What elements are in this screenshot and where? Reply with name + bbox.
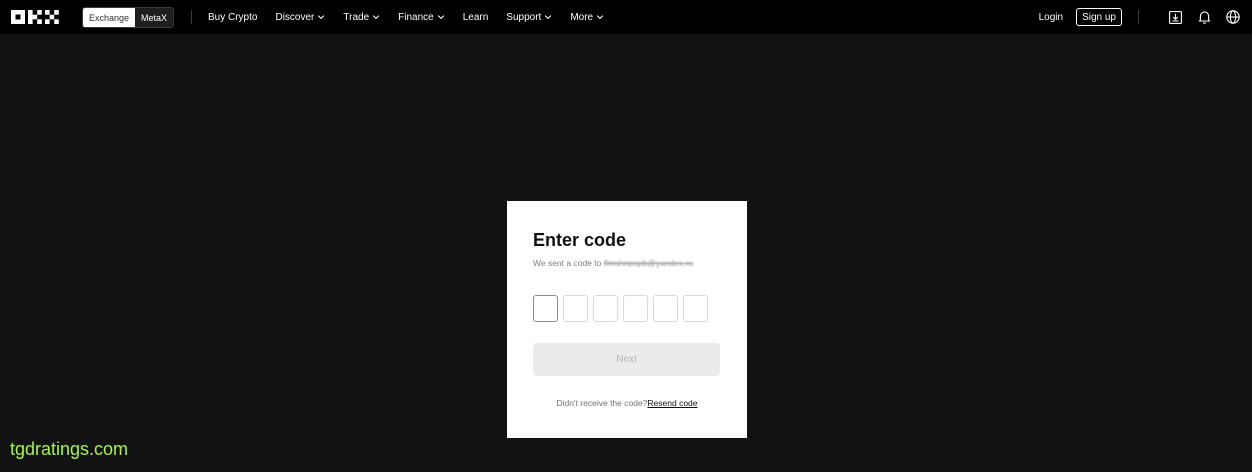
next-button[interactable]: Next [533,343,720,376]
resend-code-link[interactable]: Resend code [647,398,697,408]
nav-more[interactable]: More [570,12,604,23]
resend-line: Didn't receive the code?Resend code [507,398,747,408]
masked-email: flmshopspb@yandex.ru [603,258,694,268]
code-digit-4[interactable] [623,295,648,322]
header-actions: Login Sign up [1039,0,1240,34]
notifications-button[interactable] [1197,10,1211,24]
resend-prefix: Didn't receive the code? [556,398,648,408]
download-button[interactable] [1168,10,1182,24]
top-nav-bar: Exchange MetaX Buy Crypto Discover Trade… [0,0,1252,34]
actions-divider [1138,10,1139,24]
nav-support[interactable]: Support [506,12,552,23]
nav-support-label: Support [506,11,542,23]
bell-icon [1198,11,1210,24]
nav-buy-crypto[interactable]: Buy Crypto [208,12,257,23]
language-button[interactable] [1226,10,1240,24]
modal-subtitle: We sent a code to flmshopspb@yandex.ru [533,258,693,268]
chevron-down-icon [545,15,552,20]
login-link[interactable]: Login [1039,12,1063,23]
download-icon [1168,10,1182,24]
nav-learn-label: Learn [462,11,489,23]
chevron-down-icon [596,15,604,20]
chevron-down-icon [437,15,444,20]
code-digit-1[interactable] [533,295,558,322]
code-digit-2[interactable] [563,295,588,322]
nav-finance[interactable]: Finance [398,12,445,23]
okx-logo[interactable] [11,10,65,24]
modal-title: Enter code [533,230,627,250]
nav-trade-label: Trade [343,11,370,23]
signup-button[interactable]: Sign up [1076,8,1122,26]
code-digit-5[interactable] [653,295,678,322]
nav-learn[interactable]: Learn [463,12,489,23]
main-nav: Buy Crypto Discover Trade Finance Learn … [208,0,622,34]
globe-icon [1226,10,1240,24]
nav-finance-label: Finance [398,11,434,23]
nav-discover[interactable]: Discover [275,12,325,23]
switch-metax-tab[interactable]: MetaX [135,8,173,27]
chevron-down-icon [372,15,380,20]
exchange-wallet-switcher: Exchange MetaX [82,7,174,28]
code-digit-6[interactable] [683,295,708,322]
nav-divider [191,10,192,24]
verification-code-inputs [533,295,713,322]
nav-buy-crypto-label: Buy Crypto [208,11,258,23]
nav-trade[interactable]: Trade [343,12,380,23]
watermark-text: tgdratings.com [10,439,129,459]
switch-exchange-tab[interactable]: Exchange [83,8,135,27]
okx-logo-icon [11,10,59,24]
nav-more-label: More [570,11,594,23]
code-digit-3[interactable] [593,295,618,322]
nav-discover-label: Discover [275,11,315,23]
chevron-down-icon [318,15,325,20]
enter-code-modal: Enter code We sent a code to flmshopspb@… [507,201,747,438]
subtitle-prefix: We sent a code to [533,258,604,268]
